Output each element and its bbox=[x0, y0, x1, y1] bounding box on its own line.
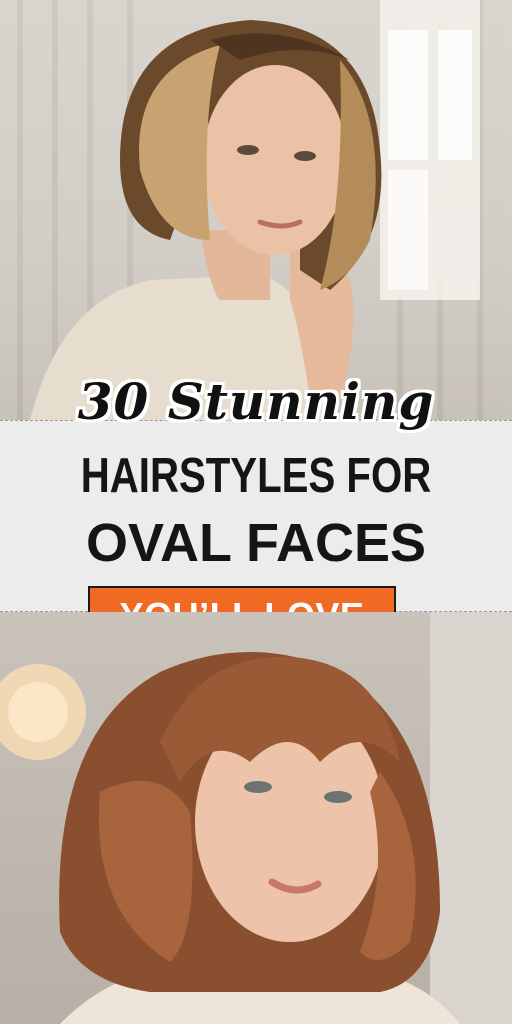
top-photo bbox=[0, 0, 512, 420]
headline-script-text: 30 Stunning bbox=[77, 372, 435, 431]
headline-line-2: OVAL FACES bbox=[85, 513, 427, 573]
bottom-photo-illustration bbox=[0, 612, 512, 1024]
top-photo-illustration bbox=[0, 0, 512, 420]
bottom-photo bbox=[0, 612, 512, 1024]
headline-line-1: HAIRSTYLES FOR bbox=[80, 449, 432, 503]
